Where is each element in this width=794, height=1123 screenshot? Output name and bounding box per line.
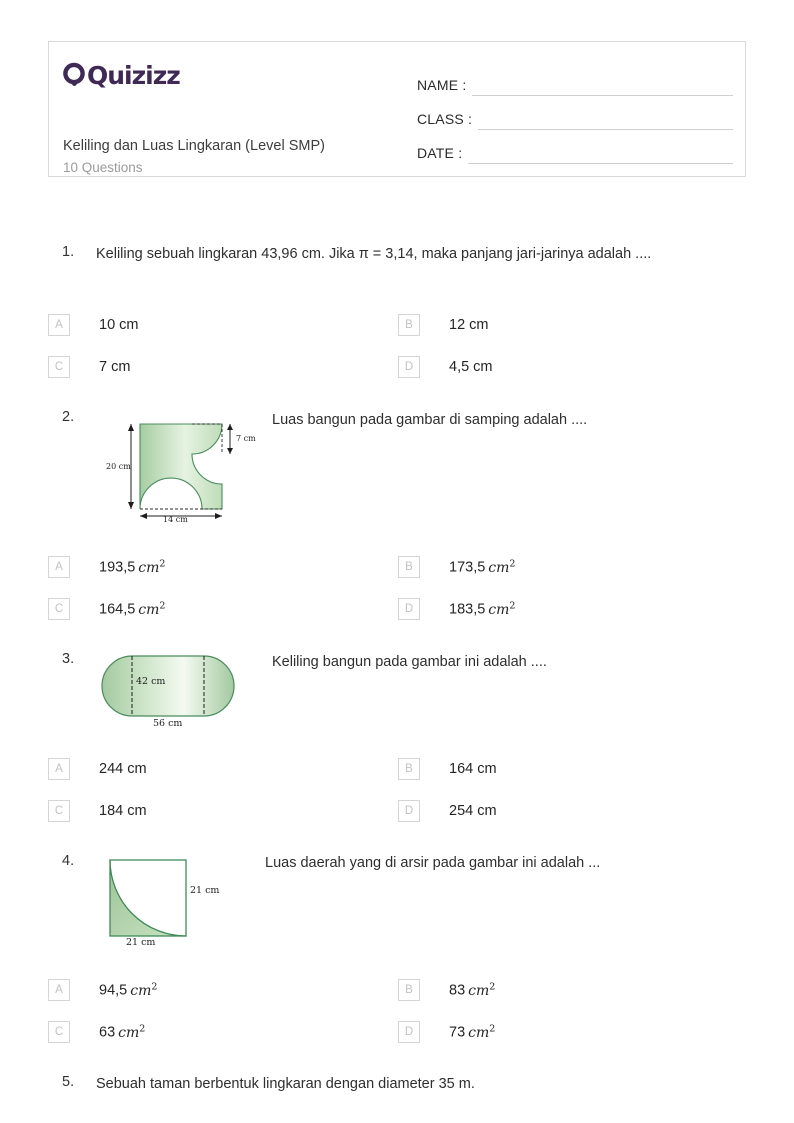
question-1-number: 1.	[62, 244, 75, 260]
class-input-line[interactable]	[478, 109, 733, 130]
question-2-figure: 20 cm 7 cm 14 cm	[106, 412, 258, 524]
option-text: 254 cm	[449, 803, 497, 819]
quizizz-q-icon	[63, 62, 85, 86]
question-3-text: Keliling bangun pada gambar ini adalah .…	[272, 654, 547, 670]
question-4-figure: 21 cm 21 cm	[98, 852, 248, 952]
question-5-number: 5.	[62, 1074, 75, 1090]
option-letter-box: D	[398, 598, 420, 620]
question-4-option-a[interactable]: A 94,5 cm2	[48, 978, 157, 1002]
student-info-fields: NAME : CLASS : DATE :	[417, 62, 733, 164]
question-3-figure: 42 cm 56 cm	[98, 648, 258, 733]
question-2-text: Luas bangun pada gambar di samping adala…	[272, 412, 588, 428]
question-1-text: Keliling sebuah lingkaran 43,96 cm. Jika…	[96, 246, 652, 262]
option-text: 73 cm2	[449, 1023, 496, 1041]
class-field-row: CLASS :	[417, 96, 733, 130]
question-3-option-a[interactable]: A 244 cm	[48, 757, 147, 781]
quiz-question-count: 10 Questions	[63, 160, 143, 175]
question-1-option-c[interactable]: C 7 cm	[48, 355, 130, 379]
date-input-line[interactable]	[468, 143, 733, 164]
option-text: 83 cm2	[449, 981, 496, 999]
question-3-option-b[interactable]: B 164 cm	[398, 757, 497, 781]
date-field-row: DATE :	[417, 130, 733, 164]
option-text: 63 cm2	[99, 1023, 146, 1041]
question-2-option-b[interactable]: B 173,5 cm2	[398, 555, 515, 579]
date-field-label: DATE :	[417, 145, 463, 161]
question-3-option-c[interactable]: C 184 cm	[48, 799, 147, 823]
worksheet-page: Quizizz Keliling dan Luas Lingkaran (Lev…	[0, 0, 794, 1123]
question-5-text: Sebuah taman berbentuk lingkaran dengan …	[96, 1076, 475, 1092]
question-1-option-d[interactable]: D 4,5 cm	[398, 355, 493, 379]
square-with-quarter-circle-svg	[109, 859, 187, 937]
question-1-option-b[interactable]: B 12 cm	[398, 313, 489, 337]
option-letter-box: B	[398, 758, 420, 780]
question-4-number: 4.	[62, 853, 75, 869]
question-2-number: 2.	[62, 409, 75, 425]
option-text: 10 cm	[99, 317, 139, 333]
question-2-option-a[interactable]: A 193,5 cm2	[48, 555, 165, 579]
option-text: 7 cm	[99, 359, 131, 375]
question-4-option-b[interactable]: B 83 cm2	[398, 978, 495, 1002]
option-text: 12 cm	[449, 317, 489, 333]
question-3-height-label: 42 cm	[136, 676, 166, 687]
quiz-title: Keliling dan Luas Lingkaran (Level SMP)	[63, 138, 325, 154]
option-letter-box: A	[48, 979, 70, 1001]
option-letter-box: D	[398, 800, 420, 822]
question-4-height-label: 21 cm	[190, 885, 220, 896]
option-text: 94,5 cm2	[99, 981, 158, 999]
question-4-text: Luas daerah yang di arsir pada gambar in…	[265, 855, 601, 871]
option-text: 4,5 cm	[449, 359, 493, 375]
header-left-section: Quizizz Keliling dan Luas Lingkaran (Lev…	[63, 54, 413, 176]
option-text: 164,5 cm2	[99, 600, 166, 618]
question-2-height-label: 20 cm	[106, 462, 131, 471]
option-letter-box: D	[398, 1021, 420, 1043]
question-4-width-label: 21 cm	[126, 937, 156, 948]
option-letter-box: C	[48, 598, 70, 620]
name-input-line[interactable]	[472, 75, 733, 96]
name-field-label: NAME :	[417, 77, 467, 93]
option-text: 184 cm	[99, 803, 147, 819]
option-letter-box: B	[398, 556, 420, 578]
question-2-option-c[interactable]: C 164,5 cm2	[48, 597, 165, 621]
option-text: 183,5 cm2	[449, 600, 516, 618]
rectangle-with-circular-cutouts-svg	[128, 423, 233, 519]
option-letter-box: A	[48, 314, 70, 336]
question-2-option-d[interactable]: D 183,5 cm2	[398, 597, 515, 621]
quizizz-logo: Quizizz	[63, 60, 181, 90]
option-text: 164 cm	[449, 761, 497, 777]
option-text: 173,5 cm2	[449, 558, 516, 576]
option-letter-box: D	[398, 356, 420, 378]
question-2-width-label: 14 cm	[163, 515, 188, 524]
worksheet-header-card: Quizizz Keliling dan Luas Lingkaran (Lev…	[48, 41, 746, 177]
option-letter-box: C	[48, 800, 70, 822]
option-letter-box: C	[48, 1021, 70, 1043]
option-text: 244 cm	[99, 761, 147, 777]
option-letter-box: B	[398, 314, 420, 336]
option-text: 193,5 cm2	[99, 558, 166, 576]
question-1-option-a[interactable]: A 10 cm	[48, 313, 139, 337]
question-4-option-c[interactable]: C 63 cm2	[48, 1020, 145, 1044]
option-letter-box: A	[48, 758, 70, 780]
question-4-option-d[interactable]: D 73 cm2	[398, 1020, 495, 1044]
option-letter-box: C	[48, 356, 70, 378]
question-3-option-d[interactable]: D 254 cm	[398, 799, 497, 823]
class-field-label: CLASS :	[417, 111, 473, 127]
name-field-row: NAME :	[417, 62, 733, 96]
question-2-corner-label: 7 cm	[236, 434, 256, 443]
question-3-number: 3.	[62, 651, 75, 667]
option-letter-box: B	[398, 979, 420, 1001]
quizizz-logo-text: Quizizz	[87, 60, 181, 90]
question-3-width-label: 56 cm	[153, 718, 183, 729]
option-letter-box: A	[48, 556, 70, 578]
